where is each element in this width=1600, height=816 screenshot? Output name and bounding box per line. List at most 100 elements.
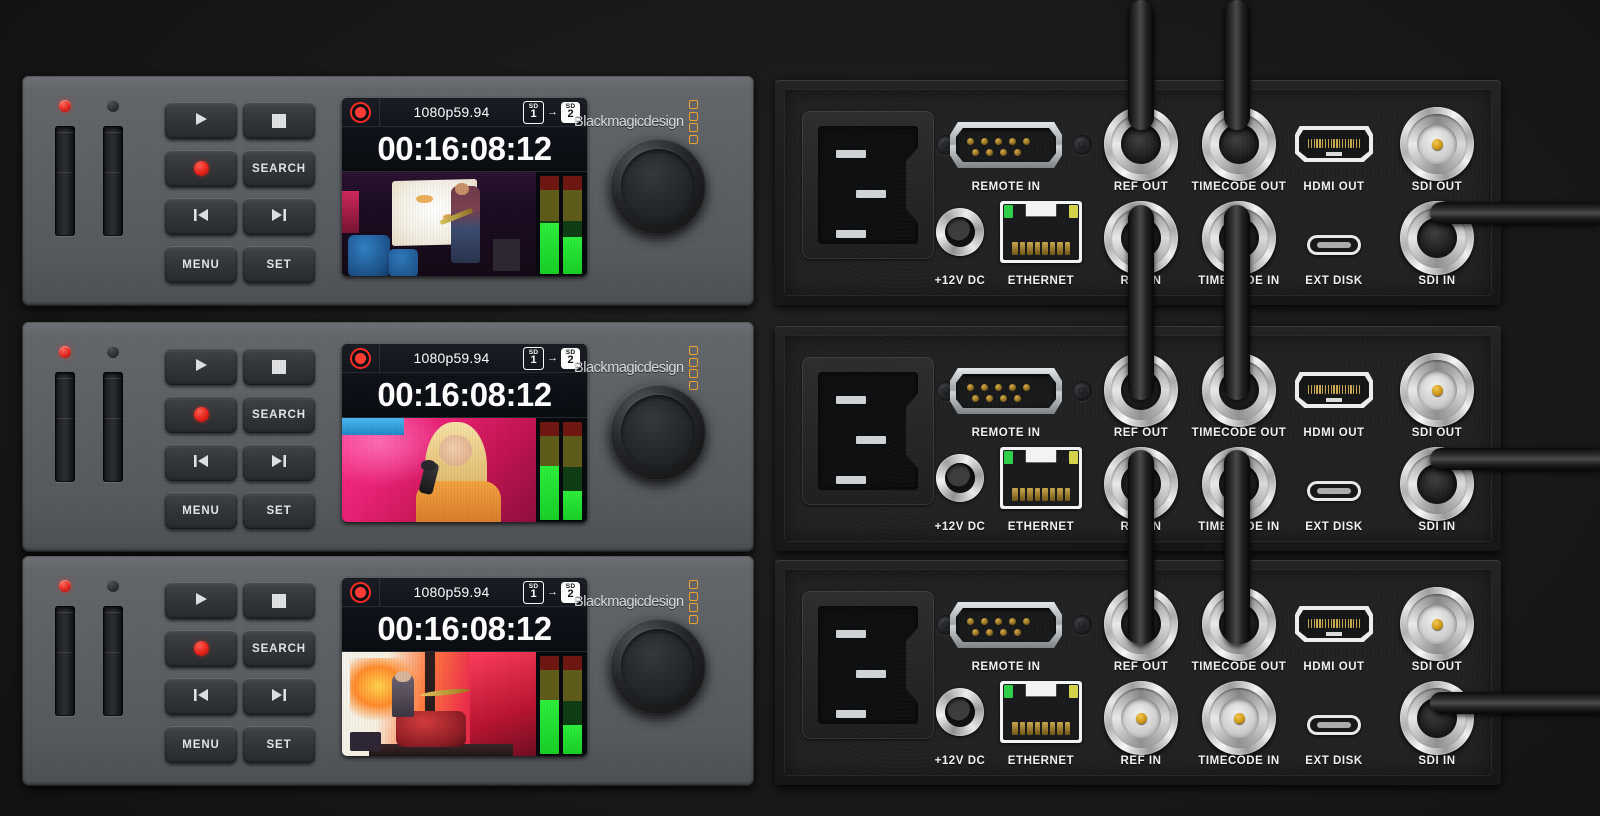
rj45-pins [1012,242,1070,255]
button-menu[interactable]: MENU [165,726,237,763]
ext-disk-label: EXT DISK [1305,521,1363,533]
remote-in-connector[interactable] [950,602,1062,648]
timecode-cable-unit1-out [1224,0,1250,130]
dc-in-connector[interactable] [936,208,984,256]
remote-in-connector[interactable] [950,122,1062,168]
lcd-display[interactable]: 1080p59.94 SD 1 → SD 2 00:16:08:12 [342,578,587,756]
ref-in-connector[interactable] [1104,681,1178,755]
meter-red-zone [563,176,582,190]
hdmi-pin [1330,139,1332,148]
hdmi-pin [1336,385,1338,394]
power-inlet[interactable] [802,111,934,259]
hdmi-tab [1326,632,1342,636]
ethernet-connector[interactable] [1000,201,1082,263]
button-prev[interactable] [165,198,237,235]
ref-out-label: REF OUT [1113,661,1169,673]
hdmi-pin [1308,385,1310,394]
status-led [107,580,119,592]
button-set[interactable]: SET [243,246,315,283]
rj45-pin [1027,722,1033,735]
button-prev[interactable] [165,444,237,481]
timecode-cable-unit1-in-to-unit2 [1224,205,1250,400]
dc-in-connector[interactable] [936,454,984,502]
stop-icon [272,359,286,374]
dc-in-connector[interactable] [936,688,984,736]
button-stop[interactable] [243,348,315,385]
jog-shuttle-wheel[interactable] [610,618,706,714]
rj45-pin [1012,488,1018,501]
hdmi-pin [1344,139,1346,148]
button-play[interactable] [165,102,237,139]
button-search[interactable]: SEARCH [243,150,315,187]
status-led [107,100,119,112]
hdmi-cavity [1299,130,1369,158]
button-record[interactable] [165,396,237,433]
button-next[interactable] [243,444,315,481]
brand-square [688,111,698,121]
jog-shuttle-wheel[interactable] [610,138,706,234]
hdmi-pin [1313,619,1315,628]
button-set[interactable]: SET [243,726,315,763]
button-next[interactable] [243,198,315,235]
card-slot-2[interactable] [103,126,123,236]
button-search[interactable]: SEARCH [243,396,315,433]
button-search[interactable]: SEARCH [243,630,315,667]
ext-disk-label: EXT DISK [1305,275,1363,287]
card-slot-2[interactable] [103,606,123,716]
stop-icon [272,593,286,608]
button-menu[interactable]: MENU [165,246,237,283]
sdi-out-connector[interactable] [1400,107,1474,181]
button-next[interactable] [243,678,315,715]
ethernet-label: ETHERNET [1007,521,1075,533]
db9-pin [1000,149,1007,156]
meter-yellow-zone [563,669,582,702]
button-play[interactable] [165,348,237,385]
button-record[interactable] [165,150,237,187]
lcd-status-bar: 1080p59.94 SD 1 → SD 2 [342,344,587,373]
button-record[interactable] [165,630,237,667]
db9-pin [972,629,979,636]
rj45-pin [1057,242,1063,255]
ext-disk-connector[interactable] [1307,481,1361,501]
button-menu[interactable]: MENU [165,492,237,529]
hdmi-pin [1350,619,1352,628]
timecode-in-connector[interactable] [1202,681,1276,755]
button-prev[interactable] [165,678,237,715]
hdmi-out-connector[interactable] [1295,126,1373,162]
record-indicator-icon [350,101,371,123]
ethernet-connector[interactable] [1000,447,1082,509]
card-slot-1[interactable] [55,606,75,716]
remote-in-connector[interactable] [950,368,1062,414]
play-icon [193,111,209,130]
card-slot-1[interactable] [55,372,75,482]
button-stop[interactable] [243,582,315,619]
hdmi-out-connector[interactable] [1295,372,1373,408]
video-thumbnail-container [342,418,536,522]
ethernet-link-led [1004,685,1013,698]
jog-shuttle-wheel[interactable] [610,384,706,480]
card-slot-1[interactable] [55,126,75,236]
power-inlet[interactable] [802,357,934,505]
card-slot-2[interactable] [103,372,123,482]
sdi-out-connector[interactable] [1400,587,1474,661]
db9-pin [967,384,974,391]
button-play[interactable] [165,582,237,619]
ext-disk-connector[interactable] [1307,235,1361,255]
button-set[interactable]: SET [243,492,315,529]
hdmi-out-connector[interactable] [1295,606,1373,642]
power-inlet[interactable] [802,591,934,739]
ethernet-connector[interactable] [1000,681,1082,743]
front-panel-unit-1: SEARCH MENU SET 1080p59.94 SD 1 → SD 2 00:16:08:1… [22,76,754,306]
hdmi-pin [1308,619,1310,628]
ext-disk-connector[interactable] [1307,715,1361,735]
rj45-pin [1027,488,1033,501]
hdmi-pin [1341,619,1344,628]
arrow-icon: → [547,352,558,364]
hdmi-tab [1326,152,1342,156]
ext-disk-label: EXT DISK [1305,755,1363,767]
rj45-pin [1034,488,1040,501]
button-stop[interactable] [243,102,315,139]
lcd-display[interactable]: 1080p59.94 SD 1 → SD 2 00:16:08:12 [342,98,587,276]
lcd-display[interactable]: 1080p59.94 SD 1 → SD 2 00:16:08:12 [342,344,587,522]
sdi-out-connector[interactable] [1400,353,1474,427]
